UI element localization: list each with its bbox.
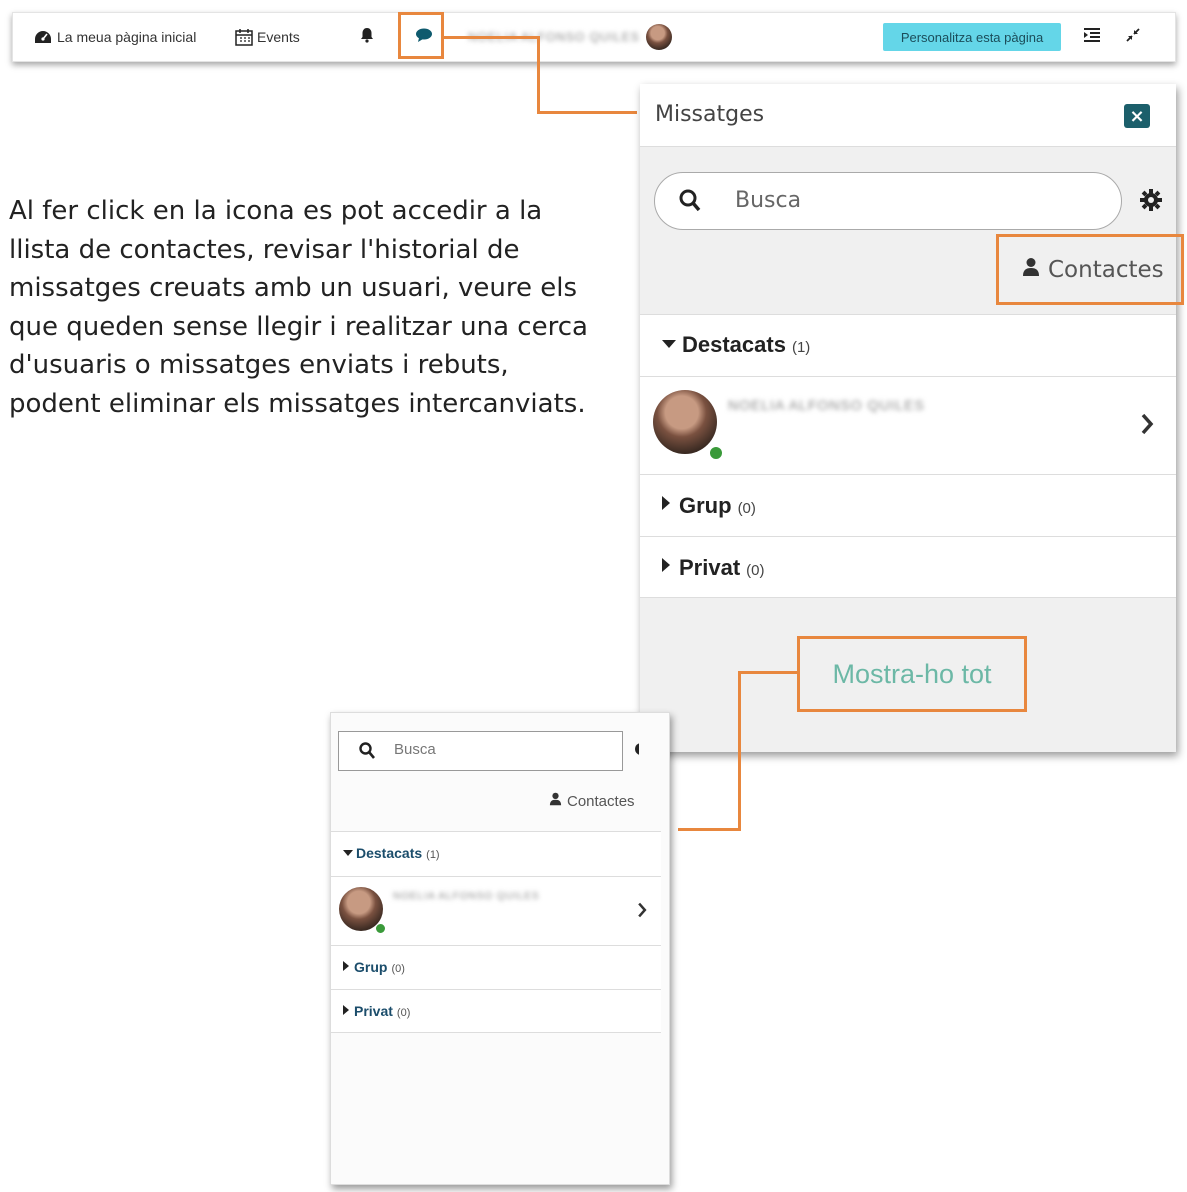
close-button[interactable]: × [1124, 104, 1150, 128]
section-label: Privat [679, 555, 741, 580]
events-link[interactable]: Events [235, 13, 300, 61]
connector-line [537, 36, 540, 114]
connector-line [444, 36, 540, 39]
section-label: Privat [354, 1003, 393, 1019]
compress-icon [1125, 27, 1141, 47]
notifications-button[interactable] [360, 13, 374, 61]
panel-header: Missatges × [640, 84, 1176, 147]
contact-name: NOELIA ALFONSO QUILES [728, 397, 925, 413]
description-text: Al fer click en la icona es pot accedir … [9, 196, 588, 419]
section-count: (0) [737, 500, 756, 517]
contact-avatar [653, 390, 717, 454]
user-avatar [645, 24, 672, 50]
connector-line [678, 828, 741, 831]
section-label: Grup [354, 959, 388, 975]
messages-panel-compact: Busca Contactes Destacats (1) NOELIA ALF… [330, 712, 670, 1185]
block-toggle-button[interactable] [1083, 13, 1101, 61]
caret-right-icon [662, 496, 670, 510]
section-label: Grup [679, 493, 732, 518]
caret-right-icon [343, 1005, 349, 1015]
show-all-highlight: Mostra-ho tot [797, 636, 1027, 712]
contacts-label: Contactes [567, 792, 635, 810]
section-label: Destacats [682, 332, 786, 357]
section-count: (1) [426, 849, 440, 861]
connector-line [738, 671, 800, 674]
caret-right-icon [662, 558, 670, 572]
connector-line [738, 671, 741, 831]
section-grup[interactable]: Grup (0) [640, 474, 1176, 536]
caret-right-icon [343, 961, 349, 971]
search-icon [359, 742, 375, 764]
indent-icon [1083, 28, 1101, 46]
section-privat[interactable]: Privat (0) [331, 989, 661, 1033]
messages-highlight [398, 12, 444, 59]
section-grup[interactable]: Grup (0) [331, 945, 661, 989]
online-status-dot [708, 445, 724, 461]
search-input[interactable]: Busca [654, 172, 1122, 230]
online-status-dot [375, 923, 386, 934]
contacts-highlight [996, 234, 1184, 305]
events-label: Events [257, 29, 300, 45]
section-count: (0) [396, 1007, 411, 1019]
section-privat[interactable]: Privat (0) [640, 536, 1176, 598]
section-count: (0) [746, 562, 765, 579]
home-link[interactable]: La meua pàgina inicial [33, 13, 196, 61]
dashboard-icon [33, 29, 53, 45]
search-placeholder: Busca [735, 188, 802, 213]
section-label: Destacats [356, 845, 423, 861]
contact-name: NOELIA ALFONSO QUILES [393, 891, 540, 902]
show-all-link[interactable]: Mostra-ho tot [832, 659, 991, 690]
search-placeholder: Busca [394, 741, 436, 758]
search-icon [679, 189, 701, 217]
calendar-icon [235, 28, 253, 46]
section-destacats[interactable]: Destacats (1) [640, 314, 1176, 376]
section-destacats[interactable]: Destacats (1) [331, 831, 661, 876]
chevron-right-icon [637, 902, 647, 922]
search-input[interactable]: Busca [338, 731, 623, 771]
caret-down-icon [662, 340, 676, 348]
section-count: (1) [791, 339, 811, 356]
customize-page-button[interactable]: Personalitza esta pàgina [883, 23, 1061, 51]
close-icon: × [1129, 105, 1145, 127]
gear-icon[interactable] [1140, 189, 1162, 215]
gear-icon[interactable] [633, 741, 639, 757]
contact-row[interactable]: NOELIA ALFONSO QUILES [331, 876, 661, 945]
contact-row[interactable]: NOELIA ALFONSO QUILES [640, 376, 1176, 474]
chevron-right-icon [1140, 413, 1154, 439]
bell-icon [360, 27, 374, 47]
contacts-link[interactable]: Contactes [549, 792, 635, 810]
caret-down-icon [343, 850, 353, 856]
section-count: (0) [391, 963, 405, 975]
fullscreen-button[interactable] [1125, 13, 1141, 61]
user-icon [549, 792, 562, 810]
connector-line [537, 111, 637, 114]
panel-title: Missatges [655, 102, 765, 127]
home-label: La meua pàgina inicial [57, 29, 197, 45]
